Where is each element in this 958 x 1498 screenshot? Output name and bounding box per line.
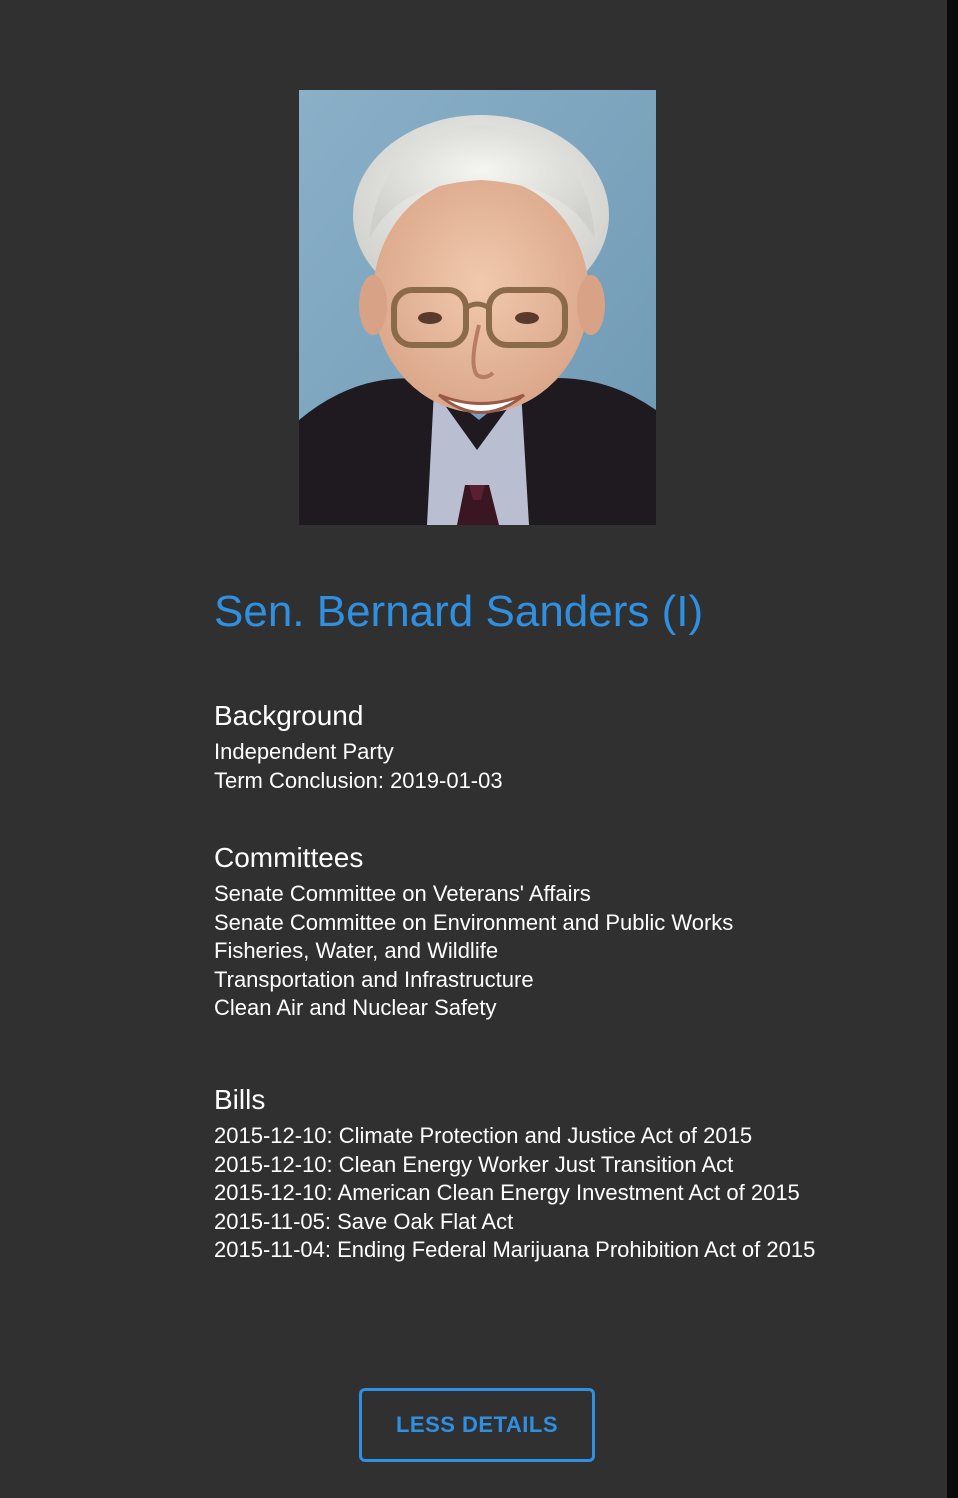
background-section: Background Independent Party Term Conclu… [214,698,503,795]
bills-section: Bills 2015-12-10: Climate Protection and… [214,1082,815,1265]
bill-item: 2015-11-05: Save Oak Flat Act [214,1208,514,1234]
committees-section: Committees Senate Committee on Veterans'… [214,840,733,1023]
bill-item: 2015-12-10: Climate Protection and Justi… [214,1123,753,1148]
senator-name: Sen. Bernard Sanders (I) [214,587,704,636]
less-details-button[interactable]: LESS DETAILS [359,1388,595,1462]
committee-item: Fisheries, Water, and Wildlife [214,938,499,963]
committee-item: Transportation and Infrastructure [214,966,534,992]
party-text: Independent Party [214,739,394,764]
committee-item: Senate Committee on Veterans' Affairs [214,881,591,906]
senator-detail-screen: Sen. Bernard Sanders (I) Background Inde… [0,0,947,1498]
committee-item: Clean Air and Nuclear Safety [214,995,497,1020]
committees-heading: Committees [214,842,364,873]
committee-item: Senate Committee on Environment and Publ… [214,909,734,935]
term-conclusion-text: Term Conclusion: 2019-01-03 [214,767,503,793]
bill-item: 2015-12-10: American Clean Energy Invest… [214,1180,800,1205]
window-edge [947,0,958,1498]
background-heading: Background [214,700,364,731]
senator-portrait [299,90,656,525]
bill-item: 2015-11-04: Ending Federal Marijuana Pro… [214,1237,816,1262]
bills-heading: Bills [214,1084,266,1115]
bill-item: 2015-12-10: Clean Energy Worker Just Tra… [214,1151,734,1177]
